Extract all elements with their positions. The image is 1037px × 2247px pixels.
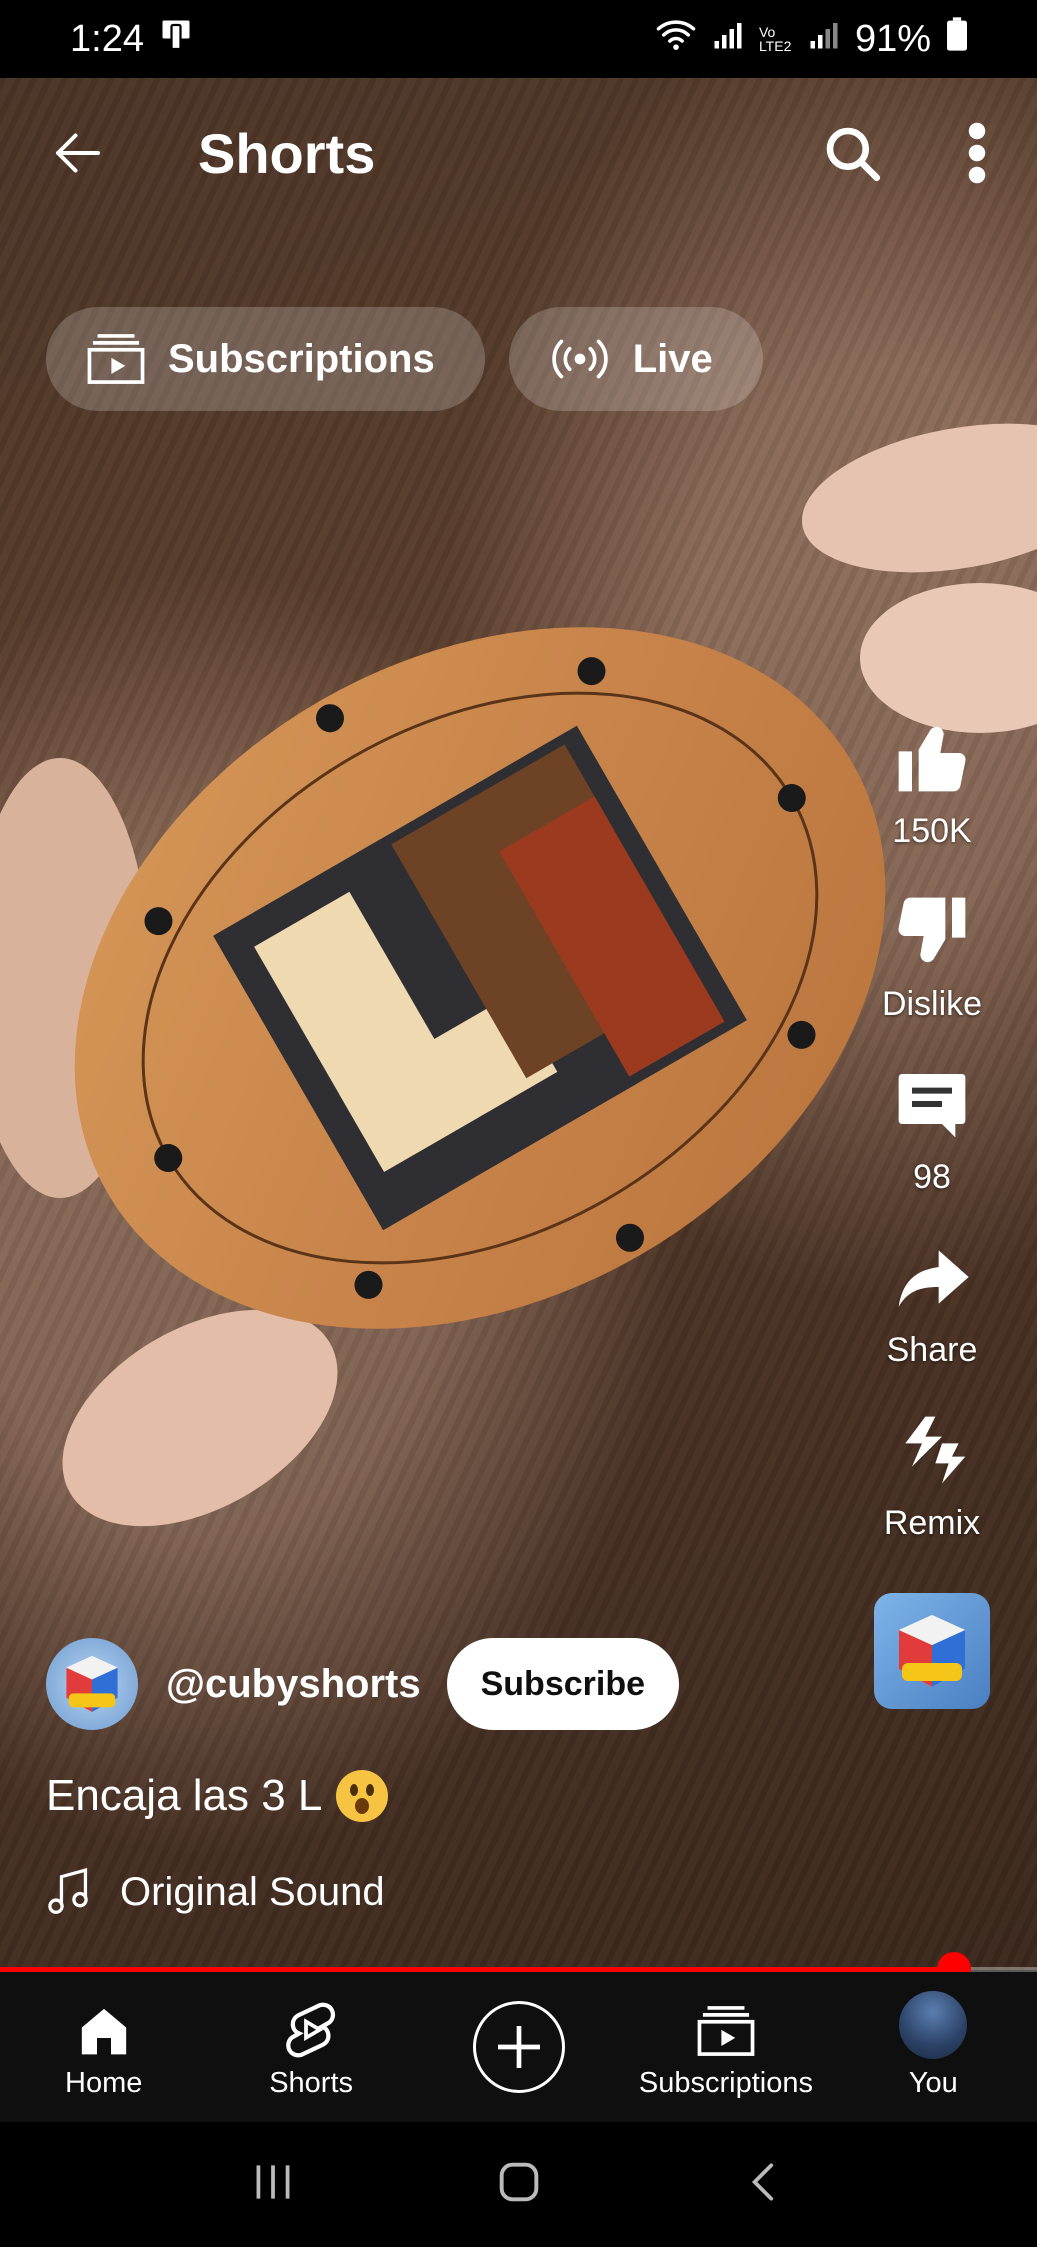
home-square-icon: [499, 2162, 538, 2202]
chip-label: Subscriptions: [168, 336, 435, 381]
nav-label: You: [908, 2066, 958, 2099]
share-icon: [898, 1250, 969, 1307]
chip-label: Live: [632, 336, 713, 381]
filter-chips: Subscriptions Live: [46, 307, 763, 411]
status-bar: 1:24 Vo LTE2 91%: [0, 0, 1037, 78]
nav-you[interactable]: You: [830, 1990, 1037, 2100]
music-note-icon: [48, 1868, 88, 1914]
wifi-icon: [655, 16, 697, 62]
search-icon: [826, 127, 881, 182]
sound-row[interactable]: Original Sound: [46, 1868, 385, 1916]
nav-subscriptions[interactable]: Subscriptions: [622, 1995, 829, 2100]
sound-thumbnail[interactable]: [874, 1593, 990, 1709]
action-column: 150K Dislike 98 Share Remix: [857, 718, 1007, 1709]
share-button[interactable]: Share: [886, 1237, 978, 1370]
arrow-left-icon: [56, 133, 100, 173]
search-button[interactable]: [819, 120, 885, 186]
more-vertical-icon: [968, 122, 986, 184]
chevron-left-icon: [751, 2163, 773, 2201]
nav-shorts[interactable]: Shorts: [207, 1995, 414, 2100]
live-icon: [551, 339, 608, 379]
page-title: Shorts: [198, 121, 376, 185]
remix-icon: [905, 1416, 966, 1484]
thumbs-up-icon: [898, 726, 966, 792]
battery-percent: 91%: [854, 17, 931, 60]
surprised-face-icon: [336, 1770, 389, 1822]
comment-icon: [898, 1074, 966, 1138]
home-icon: [81, 2008, 126, 2054]
chip-live[interactable]: Live: [508, 307, 763, 411]
status-right: Vo LTE2 91%: [655, 16, 967, 62]
video-caption[interactable]: Encaja las 3 L: [46, 1770, 389, 1822]
nav-label: Shorts: [269, 2066, 354, 2099]
share-label: Share: [886, 1331, 978, 1369]
shorts-icon: [286, 2002, 336, 2057]
caption-text: Encaja las 3 L: [46, 1771, 323, 1820]
cube-logo-icon: [899, 1615, 965, 1687]
recents-button[interactable]: [248, 2157, 298, 2212]
create-button[interactable]: [472, 2001, 565, 2093]
channel-handle[interactable]: @cubyshorts: [166, 1662, 421, 1707]
signal-icon: [713, 18, 743, 61]
subscribe-button[interactable]: Subscribe: [446, 1638, 679, 1730]
nav-label: Subscriptions: [638, 2066, 813, 2099]
dislike-label: Dislike: [881, 985, 983, 1023]
chip-subscriptions[interactable]: Subscriptions: [46, 307, 485, 411]
thumbs-down-icon: [898, 897, 966, 963]
channel-avatar[interactable]: [46, 1638, 138, 1730]
channel-row: @cubyshorts Subscribe: [46, 1638, 679, 1730]
like-count: 150K: [892, 812, 972, 850]
comment-count: 98: [913, 1158, 951, 1196]
remix-label: Remix: [883, 1504, 981, 1542]
plus-icon: [497, 2026, 540, 2068]
comments-button[interactable]: 98: [892, 1064, 972, 1197]
status-left: 1:24: [70, 16, 194, 62]
avatar: [899, 1990, 968, 2059]
clock: 1:24: [70, 17, 144, 60]
recents-icon: [256, 2165, 289, 2199]
dislike-button[interactable]: Dislike: [882, 891, 982, 1024]
home-system-button[interactable]: [493, 2156, 545, 2213]
like-button[interactable]: 150K: [892, 718, 972, 851]
nav-create[interactable]: [415, 2001, 622, 2093]
subscriptions-icon: [87, 334, 145, 384]
more-options-button[interactable]: [965, 120, 989, 186]
back-system-button[interactable]: [740, 2157, 790, 2212]
battery-icon: [947, 17, 967, 61]
back-button[interactable]: [48, 123, 108, 183]
cube-logo-icon: [66, 1656, 118, 1712]
bottom-nav: Home Shorts Subscriptions You: [0, 1972, 1037, 2122]
top-app-bar: Shorts: [0, 78, 1037, 228]
nav-label: Home: [65, 2066, 143, 2099]
system-nav-bar: [0, 2122, 1037, 2247]
subscriptions-icon: [697, 2005, 755, 2056]
nav-home[interactable]: Home: [0, 1995, 207, 2100]
network-label: Vo LTE2: [758, 24, 792, 54]
signal-icon: [809, 18, 839, 61]
remix-button[interactable]: Remix: [884, 1410, 980, 1543]
screen-record-icon: [158, 16, 194, 62]
sound-name: Original Sound: [120, 1869, 385, 1914]
